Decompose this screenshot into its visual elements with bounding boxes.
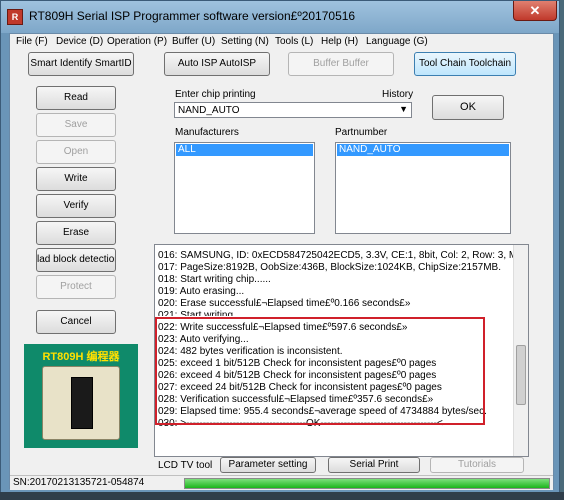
menu-setting[interactable]: Setting (N) <box>221 36 269 47</box>
programmer-device-image <box>42 366 120 440</box>
parameter-setting-button[interactable]: Parameter setting <box>220 457 316 473</box>
scrollbar-thumb[interactable] <box>516 345 526 405</box>
partnumber-label: Partnumber <box>335 127 388 138</box>
auto-isp-button[interactable]: Auto ISP AutoISP <box>164 52 270 76</box>
smart-identify-button[interactable]: Smart Identify SmartID <box>28 52 134 76</box>
manufacturers-label: Manufacturers <box>175 127 239 138</box>
menu-help[interactable]: Help (H) <box>321 36 358 47</box>
close-button[interactable]: ✕ <box>513 1 557 21</box>
open-button[interactable]: Open <box>36 140 116 164</box>
log-line: 018: Start writing chip...... <box>158 274 271 285</box>
save-button[interactable]: Save <box>36 113 116 137</box>
chevron-down-icon[interactable]: ▼ <box>399 104 408 114</box>
app-icon: R <box>7 9 23 25</box>
serial-number: SN:20170213135721-054874 <box>13 477 145 488</box>
bad-block-detection-button[interactable]: lad block detection I <box>36 248 116 272</box>
highlight-box <box>155 317 485 425</box>
logo-text: RT809H 编程器 <box>42 351 120 363</box>
title-bar[interactable]: R RT809H Serial ISP Programmer software … <box>1 1 559 33</box>
menu-device[interactable]: Device (D) <box>56 36 103 47</box>
erase-button[interactable]: Erase <box>36 221 116 245</box>
list-item[interactable]: NAND_AUTO <box>337 144 509 156</box>
tutorials-button[interactable]: Tutorials <box>430 457 524 473</box>
log-line: 016: SAMSUNG, ID: 0xECD584725042ECD5, 3.… <box>158 250 529 261</box>
status-bar: SN:20170213135721-054874 <box>10 475 553 490</box>
window-title: RT809H Serial ISP Programmer software ve… <box>29 9 356 23</box>
manufacturers-list[interactable]: ALL <box>174 142 315 234</box>
lcd-tv-tool-label: LCD TV tool <box>158 460 213 471</box>
client-area: File (F) Device (D) Operation (P) Buffer… <box>9 33 554 490</box>
menu-language[interactable]: Language (G) <box>366 36 428 47</box>
write-button[interactable]: Write <box>36 167 116 191</box>
zif-socket-icon <box>71 377 93 429</box>
buffer-button[interactable]: Buffer Buffer <box>288 52 394 76</box>
log-line: 020: Erase successful£¬Elapsed time£º0.1… <box>158 298 411 309</box>
progress-fill <box>185 479 549 488</box>
log-scrollbar[interactable] <box>513 245 528 456</box>
progress-bar <box>184 478 550 489</box>
read-button[interactable]: Read <box>36 86 116 110</box>
menu-tools[interactable]: Tools (L) <box>275 36 313 47</box>
verify-button[interactable]: Verify <box>36 194 116 218</box>
enter-chip-label: Enter chip printing <box>175 89 256 100</box>
menu-buffer[interactable]: Buffer (U) <box>172 36 215 47</box>
protect-button[interactable]: Protect <box>36 275 116 299</box>
app-window: R RT809H Serial ISP Programmer software … <box>0 0 560 500</box>
menu-bar: File (F) Device (D) Operation (P) Buffer… <box>10 34 553 50</box>
serial-print-button[interactable]: Serial Print <box>328 457 420 473</box>
partnumber-list[interactable]: NAND_AUTO <box>335 142 511 234</box>
list-item[interactable]: ALL <box>176 144 313 156</box>
log-line: 017: PageSize:8192B, OobSize:436B, Block… <box>158 262 501 273</box>
taskbar <box>0 492 564 500</box>
chip-select-value: NAND_AUTO <box>178 105 240 116</box>
history-label: History <box>382 89 414 100</box>
cancel-button[interactable]: Cancel <box>36 310 116 334</box>
log-line: 021: Start writing... <box>158 310 242 316</box>
ok-button[interactable]: OK <box>432 95 504 120</box>
log-line: 019: Auto erasing... <box>158 286 245 297</box>
device-logo: RT809H 编程器 <box>24 344 138 448</box>
menu-file[interactable]: File (F) <box>16 36 48 47</box>
chip-select[interactable]: NAND_AUTO ▼ <box>174 102 412 118</box>
tool-chain-button[interactable]: Tool Chain Toolchain <box>414 52 516 76</box>
menu-operation[interactable]: Operation (P) <box>107 36 167 47</box>
